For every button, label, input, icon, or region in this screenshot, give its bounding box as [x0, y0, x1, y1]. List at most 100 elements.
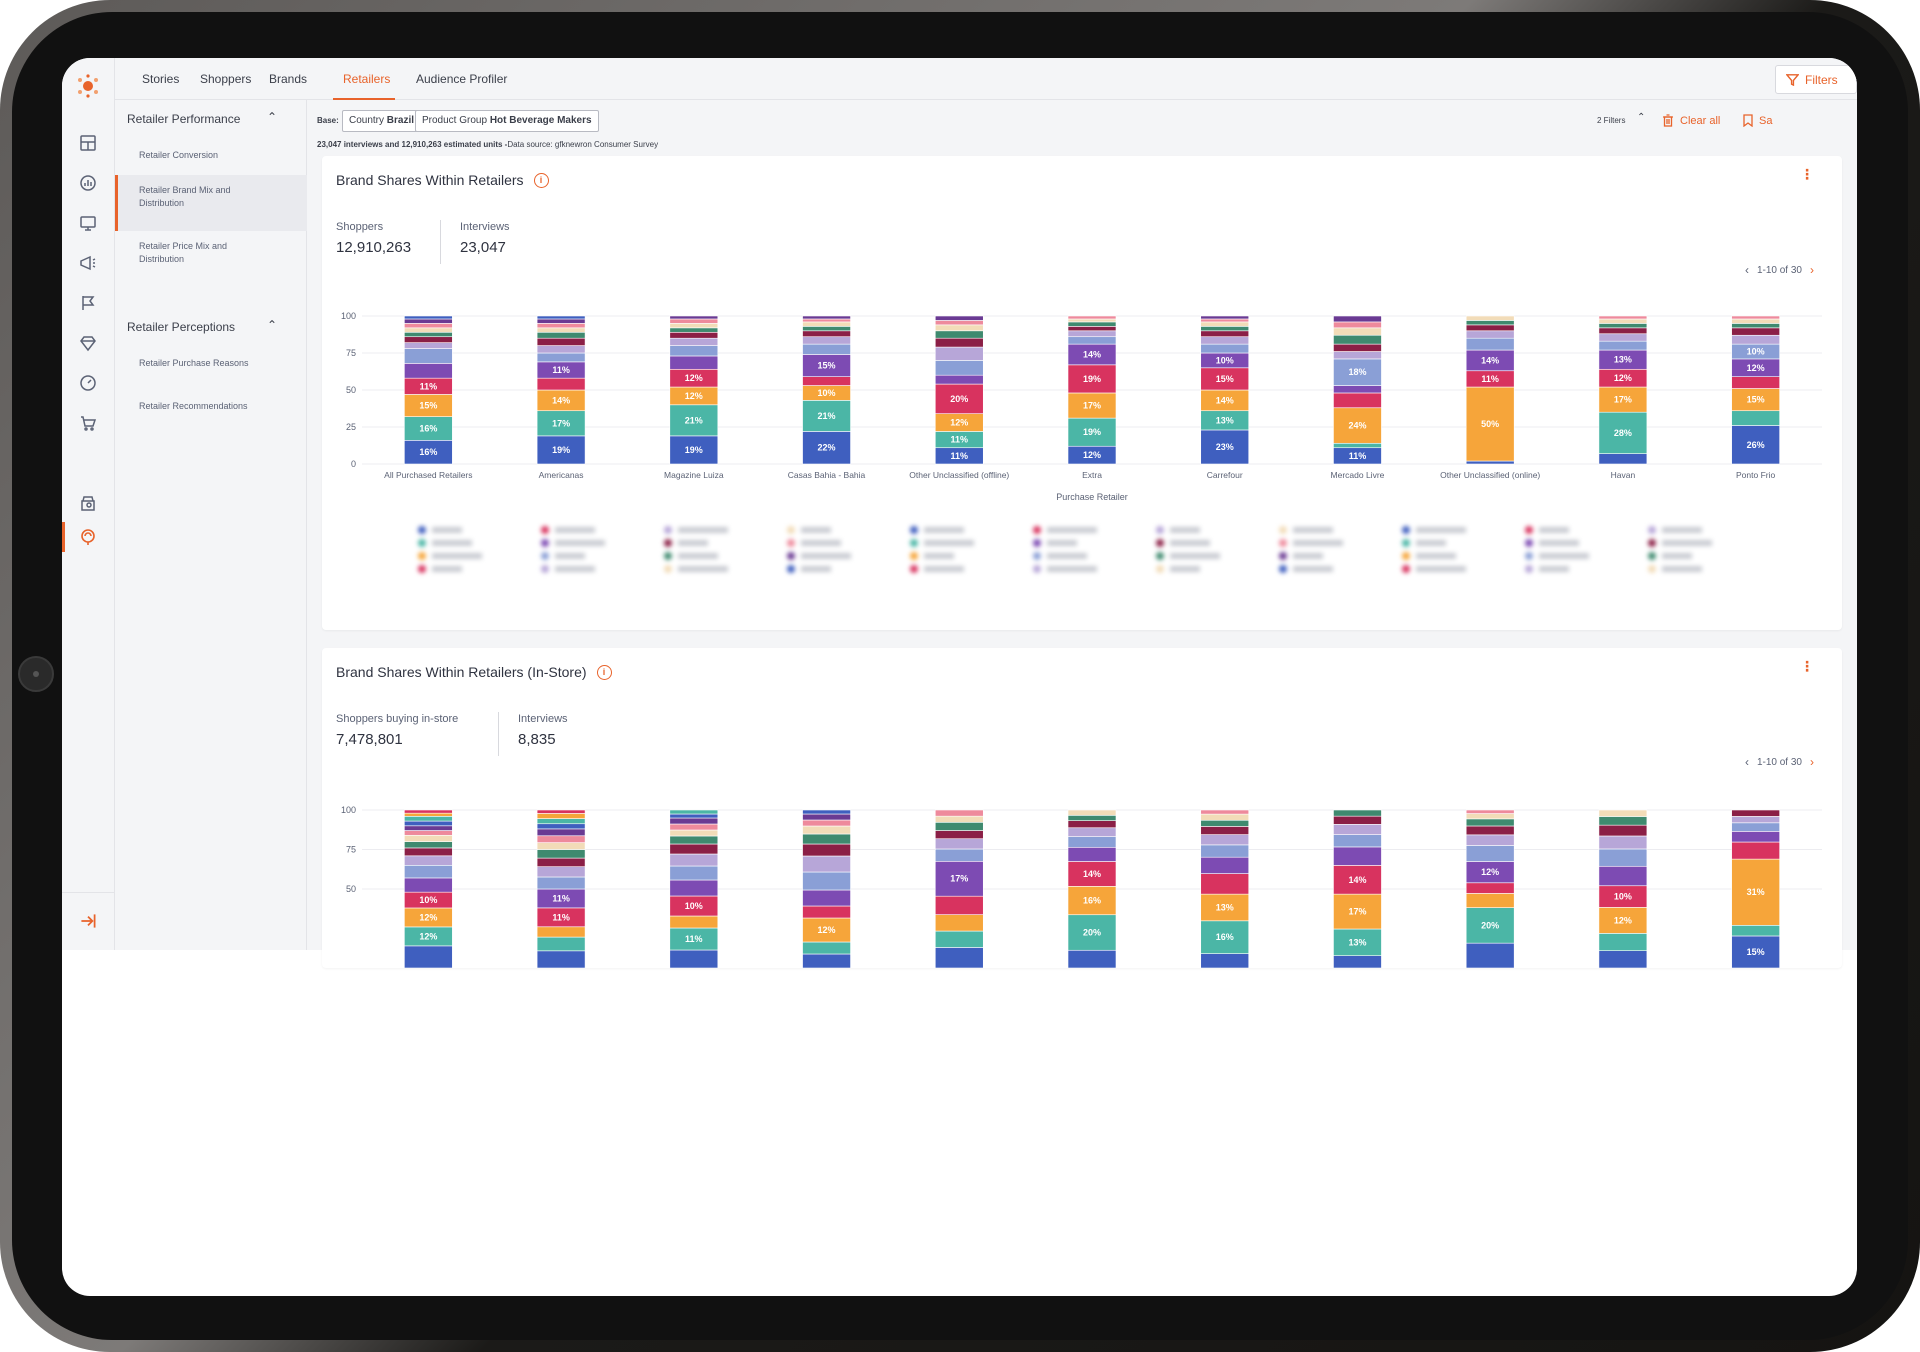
bar-segment[interactable]	[669, 323, 719, 329]
bar-segment[interactable]	[1333, 824, 1382, 835]
bar-segment[interactable]	[1067, 330, 1117, 338]
bar-segment[interactable]	[1465, 893, 1515, 908]
bar-segment[interactable]	[536, 866, 586, 878]
bar-segment[interactable]	[1598, 950, 1648, 968]
bar-segment[interactable]	[1598, 824, 1648, 837]
bar-segment[interactable]	[536, 823, 586, 830]
bar-segment[interactable]	[536, 950, 586, 968]
bar-segment[interactable]	[1598, 315, 1648, 320]
bar-segment[interactable]	[1067, 809, 1117, 816]
bar-segment[interactable]	[669, 823, 719, 831]
bar-segment[interactable]	[536, 926, 586, 938]
bar-segment[interactable]	[1731, 924, 1780, 937]
save-button[interactable]: Sa	[1743, 114, 1772, 127]
bar-segment[interactable]	[1200, 953, 1250, 968]
bar-segment[interactable]	[1731, 334, 1780, 345]
bar-segment[interactable]	[1598, 340, 1648, 351]
bar-segment[interactable]	[934, 838, 984, 850]
bar-segment[interactable]	[1200, 844, 1250, 858]
bar-segment[interactable]	[1333, 846, 1382, 866]
filters-count[interactable]: 2 Filters	[1597, 116, 1625, 125]
bar-segment[interactable]	[669, 829, 719, 837]
bar-segment[interactable]	[669, 315, 719, 320]
bar-segment[interactable]	[1465, 809, 1515, 814]
bar-segment[interactable]	[1598, 323, 1648, 329]
bar-segment[interactable]	[802, 871, 851, 891]
bar-segment[interactable]	[934, 320, 984, 326]
bar-segment[interactable]	[1200, 343, 1250, 354]
bar-segment[interactable]	[404, 830, 453, 836]
bar-segment[interactable]	[802, 315, 851, 320]
bar-segment[interactable]	[1465, 315, 1515, 321]
bar-segment[interactable]	[1465, 320, 1515, 326]
store-search-icon[interactable]	[77, 492, 99, 514]
cart-icon[interactable]	[77, 412, 99, 434]
bar-segment[interactable]	[536, 318, 586, 324]
bar-segment[interactable]	[1465, 337, 1515, 351]
gauge-icon[interactable]	[77, 372, 99, 394]
bar-segment[interactable]	[404, 816, 453, 822]
bar-segment[interactable]	[1598, 816, 1648, 826]
bar-segment[interactable]	[669, 817, 719, 825]
bar-segment[interactable]	[536, 377, 586, 391]
bar-segment[interactable]	[669, 949, 719, 968]
bar-segment[interactable]	[802, 941, 851, 955]
bar-segment[interactable]	[536, 936, 586, 952]
product-group-filter-chip[interactable]: Product Group Hot Beverage Makers	[415, 110, 599, 132]
bar-segment[interactable]	[536, 828, 586, 837]
bar-segment[interactable]	[1333, 955, 1382, 968]
chevron-right-icon[interactable]: ›	[1810, 755, 1814, 769]
tab-brands[interactable]: Brands	[269, 72, 307, 86]
bar-segment[interactable]	[802, 343, 851, 355]
tab-audience-profiler[interactable]: Audience Profiler	[416, 72, 507, 86]
bar-segment[interactable]	[802, 819, 851, 827]
bar-segment[interactable]	[536, 337, 586, 346]
bar-segment[interactable]	[536, 315, 586, 320]
bar-segment[interactable]	[1333, 315, 1382, 323]
bar-segment[interactable]	[1598, 848, 1648, 867]
bar-segment[interactable]	[669, 327, 719, 333]
bar-segment[interactable]	[1731, 410, 1780, 426]
bar-segment[interactable]	[404, 945, 453, 968]
bar-segment[interactable]	[404, 820, 453, 827]
bar-segment[interactable]	[1067, 318, 1117, 323]
bar-segment[interactable]	[404, 855, 453, 866]
subnav-item-retailer-price-mix[interactable]: Retailer Price Mix and Distribution	[139, 240, 249, 266]
bar-segment[interactable]	[934, 337, 984, 348]
bar-segment[interactable]	[536, 331, 586, 339]
chevron-up-icon[interactable]: ⌃	[1637, 112, 1645, 123]
bar-segment[interactable]	[934, 914, 984, 932]
bar-segment[interactable]	[1067, 815, 1117, 821]
bar-segment[interactable]	[669, 337, 719, 346]
bar-segment[interactable]	[1465, 324, 1515, 332]
bar-segment[interactable]	[1465, 834, 1515, 846]
bar-segment[interactable]	[1333, 334, 1382, 345]
bar-segment[interactable]	[1333, 327, 1382, 336]
bar-segment[interactable]	[934, 330, 984, 339]
bar-segment[interactable]	[802, 318, 851, 323]
bar-segment[interactable]	[802, 905, 851, 919]
bar-segment[interactable]	[1067, 836, 1117, 848]
dashboard-icon[interactable]	[77, 132, 99, 154]
tab-stories[interactable]: Stories	[142, 72, 179, 86]
bar-segment[interactable]	[1200, 826, 1250, 835]
bar-segment[interactable]	[1465, 882, 1515, 894]
bar-segment[interactable]	[934, 360, 984, 376]
subnav-section-retailer-performance[interactable]: Retailer Performance	[127, 112, 240, 126]
bar-segment[interactable]	[1465, 942, 1515, 968]
retailers-icon[interactable]	[77, 526, 99, 548]
bar-segment[interactable]	[934, 947, 984, 968]
info-icon[interactable]: i	[596, 664, 612, 680]
bar-segment[interactable]	[536, 842, 586, 850]
bar-segment[interactable]	[669, 865, 719, 881]
bar-segment[interactable]	[1465, 813, 1515, 820]
bar-segment[interactable]	[802, 336, 851, 345]
tab-retailers[interactable]: Retailers	[343, 72, 390, 86]
bar-segment[interactable]	[934, 374, 984, 385]
bar-segment[interactable]	[404, 318, 453, 324]
bar-segment[interactable]	[1598, 327, 1648, 335]
bar-segment[interactable]	[1731, 323, 1780, 329]
bar-segment[interactable]	[404, 363, 453, 379]
bar-segment[interactable]	[1333, 815, 1382, 825]
bar-segment[interactable]	[1067, 846, 1117, 862]
